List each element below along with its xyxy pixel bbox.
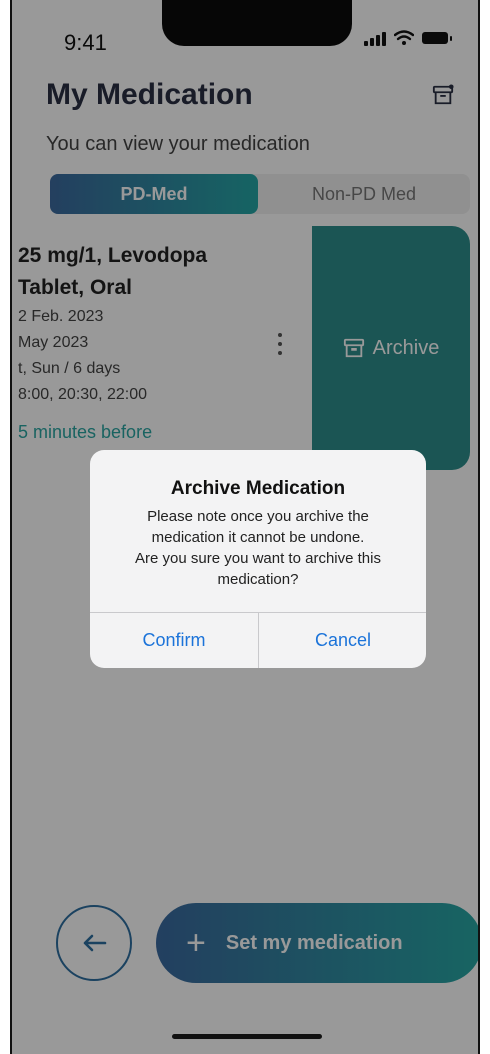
confirm-button[interactable]: Confirm [90,613,258,668]
phone-screen: 9:41 My Medication You can view your med… [10,0,480,1054]
cancel-button[interactable]: Cancel [259,613,426,668]
dialog-title: Archive Medication [170,478,346,499]
dialog-message-line: medication it cannot be undone. [151,529,365,546]
dialog-message-line: medication? [217,571,299,588]
dialog-message-line: Are you sure you want to archive this [135,550,381,567]
dialog-message-line: Please note once you archive the [147,508,369,525]
home-indicator[interactable] [172,1034,322,1039]
archive-dialog: Archive Medication Please note once you … [90,450,426,668]
dialog-message: Please note once you archive the medicat… [110,506,406,590]
